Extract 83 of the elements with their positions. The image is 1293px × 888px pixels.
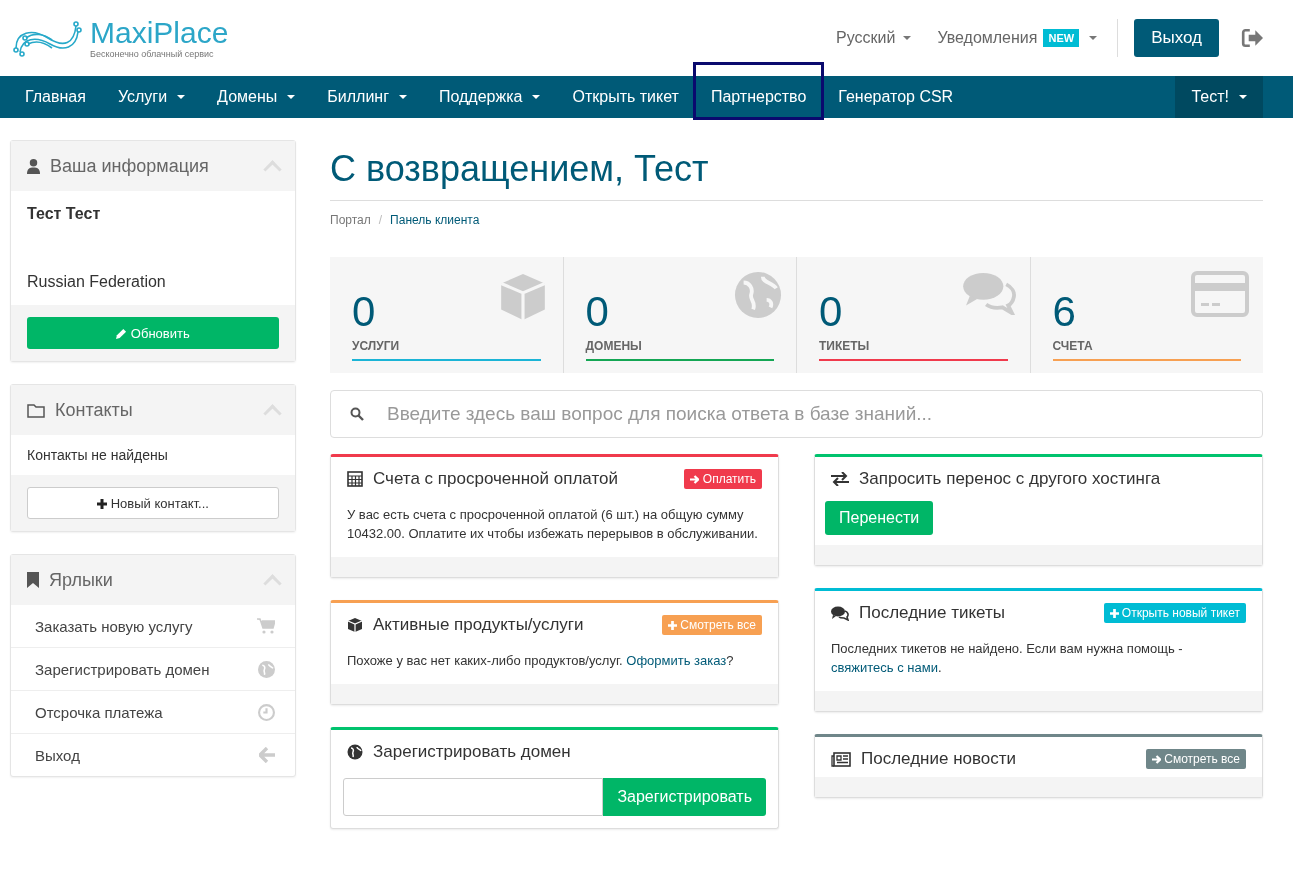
globe-icon [347, 744, 363, 760]
shortcut-link[interactable]: Выход [11, 733, 295, 776]
cart-icon [257, 618, 275, 634]
shortcut-link[interactable]: Зарегистрировать домен [11, 647, 295, 690]
shortcut-link[interactable]: Отсрочка платежа [11, 690, 295, 733]
nav-item[interactable]: Услуги [101, 76, 202, 118]
panel-action-button[interactable]: Оплатить [684, 469, 762, 489]
caret-icon [1089, 36, 1098, 40]
breadcrumb-link[interactable]: Панель клиента [390, 213, 480, 227]
swap-arrows-icon [831, 472, 849, 486]
panel-action-button[interactable]: Смотреть все [1145, 749, 1246, 769]
plus-icon [667, 621, 677, 630]
bookmark-icon [27, 572, 39, 588]
credit-card-icon [1191, 271, 1249, 317]
domain-input-field[interactable] [343, 778, 604, 816]
plus-icon [1109, 609, 1119, 618]
nav-item[interactable]: Открыть тикет [556, 76, 695, 118]
stat-value: 0 [352, 289, 376, 335]
stat-label: СЧЕТА [1052, 339, 1094, 353]
new-contact-button[interactable]: Новый контакт... [27, 487, 279, 519]
breadcrumb-link[interactable]: Портал [330, 213, 371, 227]
knowledge-search-field[interactable]: Введите здесь ваш вопрос для поиска ответа в базе знаний... [330, 390, 1263, 438]
panel-title: Последние тикеты [859, 603, 1005, 623]
stat-value: 6 [1052, 289, 1076, 335]
logo-icon [12, 18, 82, 58]
stat-label: ДОМЕНЫ [585, 339, 643, 353]
arrow-right-icon [690, 475, 700, 484]
stat-tile[interactable]: 0 ДОМЕНЫ [562, 257, 796, 373]
client-country: Russian Federation [27, 273, 167, 291]
logo-tagline: Бесконечно облачный сервис [90, 49, 215, 59]
panel-title: Ярлыки [49, 569, 113, 591]
order-link[interactable]: Оформить заказ [626, 653, 727, 668]
nav-item[interactable]: Биллинг [311, 76, 423, 118]
panel-title: Активные продукты/услуги [373, 615, 584, 635]
nav-item[interactable]: Домены [201, 76, 312, 118]
arrow-left-icon [259, 747, 275, 763]
client-name: Тест Тест [27, 205, 102, 223]
nav-item[interactable]: Генератор CSR [822, 76, 970, 118]
nav-item[interactable]: Главная [9, 76, 102, 118]
stat-tile[interactable]: 0 ТИКЕТЫ [796, 257, 1030, 373]
globe-icon [734, 271, 782, 319]
search-icon [350, 407, 364, 421]
language-menu[interactable]: Русский [836, 29, 912, 47]
user-menu[interactable]: Тест! [1175, 76, 1263, 118]
folder-icon [27, 402, 45, 418]
logout-button[interactable]: Выход [1134, 19, 1219, 57]
panel-title: Контакты [55, 399, 133, 421]
panel-title: Последние новости [861, 749, 1017, 769]
newspaper-icon [831, 751, 851, 767]
logo-wordmark: MaxiPlace [90, 17, 229, 49]
stat-value: 0 [585, 289, 609, 335]
chat-bubbles-icon [831, 605, 849, 621]
stat-value: 0 [819, 289, 843, 335]
cube-icon [347, 617, 363, 633]
nav-item[interactable]: Партнерство [694, 64, 823, 118]
panel-title: Запросить перенос с другого хостинга [859, 469, 1161, 489]
arrow-right-icon [1151, 755, 1161, 764]
panel-title: Счета с просроченной оплатой [373, 469, 618, 489]
contact-us-link[interactable]: свяжитесь с нами [831, 660, 938, 675]
stat-tile[interactable]: 0 УСЛУГИ [330, 257, 563, 373]
new-badge: NEW [1043, 29, 1080, 47]
logout-icon[interactable] [1241, 28, 1263, 48]
stat-label: УСЛУГИ [352, 339, 401, 353]
stat-tile[interactable]: 6 СЧЕТА [1029, 257, 1263, 373]
panel-text: У вас есть счета с просроченной оплатой (6 шт.) на общую сумму 10432.00. Оплатите их чтобы избежать перерывов в обслуживании. [347, 506, 759, 543]
pencil-icon [116, 327, 128, 339]
panel-text: Последних тикетов не найдено. Если вам нужна помощь - свяжитесь с нами. [831, 640, 1184, 677]
globe-icon [258, 660, 275, 678]
chat-bubbles-icon [961, 271, 1016, 315]
page-title: С возвращением, Тест [330, 148, 1263, 201]
empty-message: Контакты не найдены [27, 447, 168, 463]
panel-text: Похоже у вас нет каких-либо продуктов/услуг. Оформить заказ? [347, 652, 735, 670]
breadcrumb-separator: / [378, 213, 383, 227]
notifications-menu[interactable]: Уведомления [937, 29, 1038, 47]
plus-icon [97, 498, 108, 509]
user-icon [27, 158, 40, 174]
nav-item[interactable]: Поддержка [423, 76, 557, 118]
calculator-icon [347, 471, 363, 487]
panel-title: Ваша информация [50, 155, 209, 177]
stat-label: ТИКЕТЫ [819, 339, 871, 353]
panel-title: Зарегистрировать домен [373, 742, 571, 762]
shortcut-link[interactable]: Заказать новую услугу [11, 605, 295, 647]
clock-icon [258, 703, 275, 721]
